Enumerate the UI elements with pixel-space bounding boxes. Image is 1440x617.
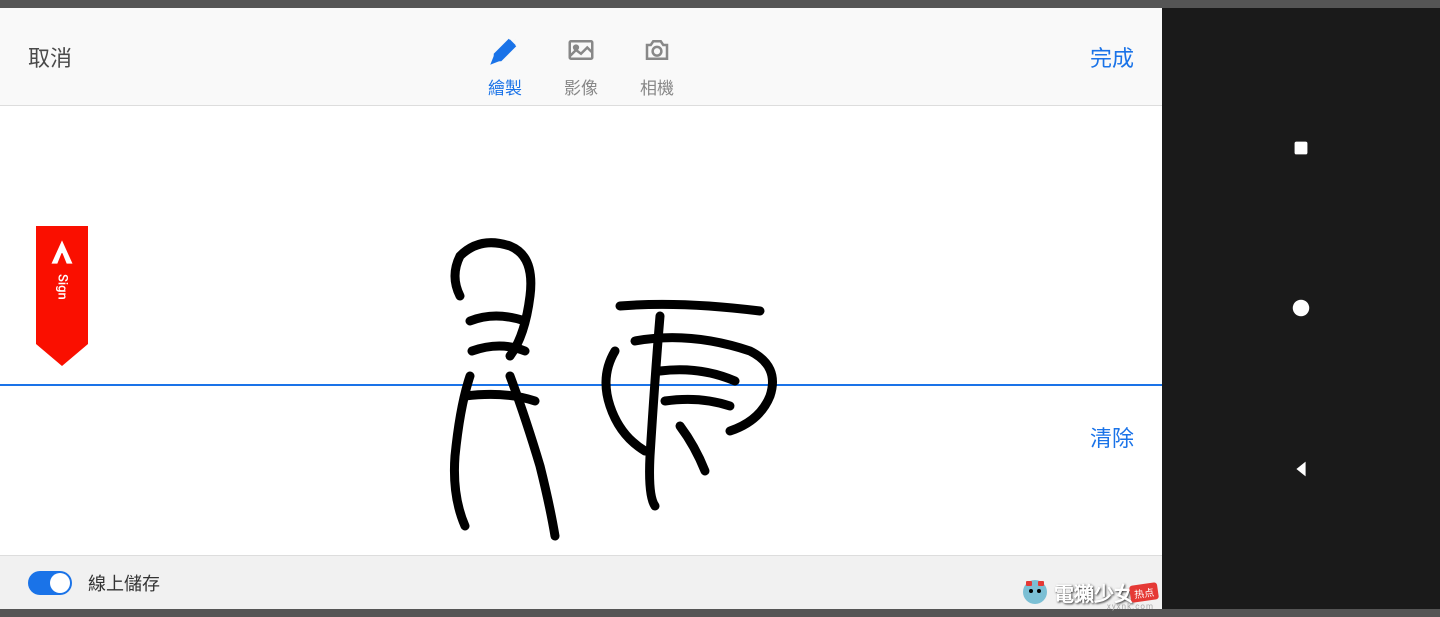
- nav-back-button[interactable]: [1287, 455, 1315, 483]
- badge-body: Sign: [36, 226, 88, 344]
- watermark-subtext: xyxnk.com: [1107, 602, 1154, 611]
- adobe-sign-badge: Sign: [36, 226, 88, 366]
- camera-icon: [641, 34, 673, 66]
- watermark: 電獺少女 热点 xyxnk.com: [1020, 577, 1158, 607]
- handwritten-signature: [400, 176, 840, 546]
- badge-product-label: Sign: [55, 274, 70, 300]
- tab-label: 相機: [640, 74, 674, 99]
- android-nav-bar: [1162, 8, 1440, 609]
- watermark-avatar-icon: [1020, 577, 1050, 607]
- tab-draw[interactable]: 繪製: [481, 34, 529, 99]
- signature-dialog: 取消 繪製 影像: [0, 8, 1162, 609]
- tab-camera[interactable]: 相機: [633, 34, 681, 99]
- tab-label: 繪製: [488, 74, 522, 99]
- badge-tail: [36, 344, 88, 366]
- save-online-toggle[interactable]: [28, 571, 72, 595]
- tab-image[interactable]: 影像: [557, 34, 605, 99]
- pen-icon: [489, 34, 521, 66]
- signature-canvas[interactable]: Sign 清除: [0, 106, 1162, 555]
- dialog-header: 取消 繪製 影像: [0, 8, 1162, 106]
- tab-label: 影像: [564, 74, 598, 99]
- dialog-footer: 線上儲存 電獺少女 热点 xyxnk.com: [0, 555, 1162, 609]
- watermark-badge: 热点: [1129, 582, 1159, 603]
- nav-recent-button[interactable]: [1287, 134, 1315, 162]
- save-online-label: 線上儲存: [88, 570, 160, 596]
- cancel-button[interactable]: 取消: [28, 41, 72, 73]
- adobe-logo-icon: [48, 238, 76, 266]
- clear-button[interactable]: 清除: [1090, 421, 1134, 453]
- image-icon: [565, 34, 597, 66]
- done-button[interactable]: 完成: [1090, 41, 1134, 73]
- input-method-tabs: 繪製 影像 相機: [481, 8, 681, 105]
- nav-home-button[interactable]: [1287, 294, 1315, 322]
